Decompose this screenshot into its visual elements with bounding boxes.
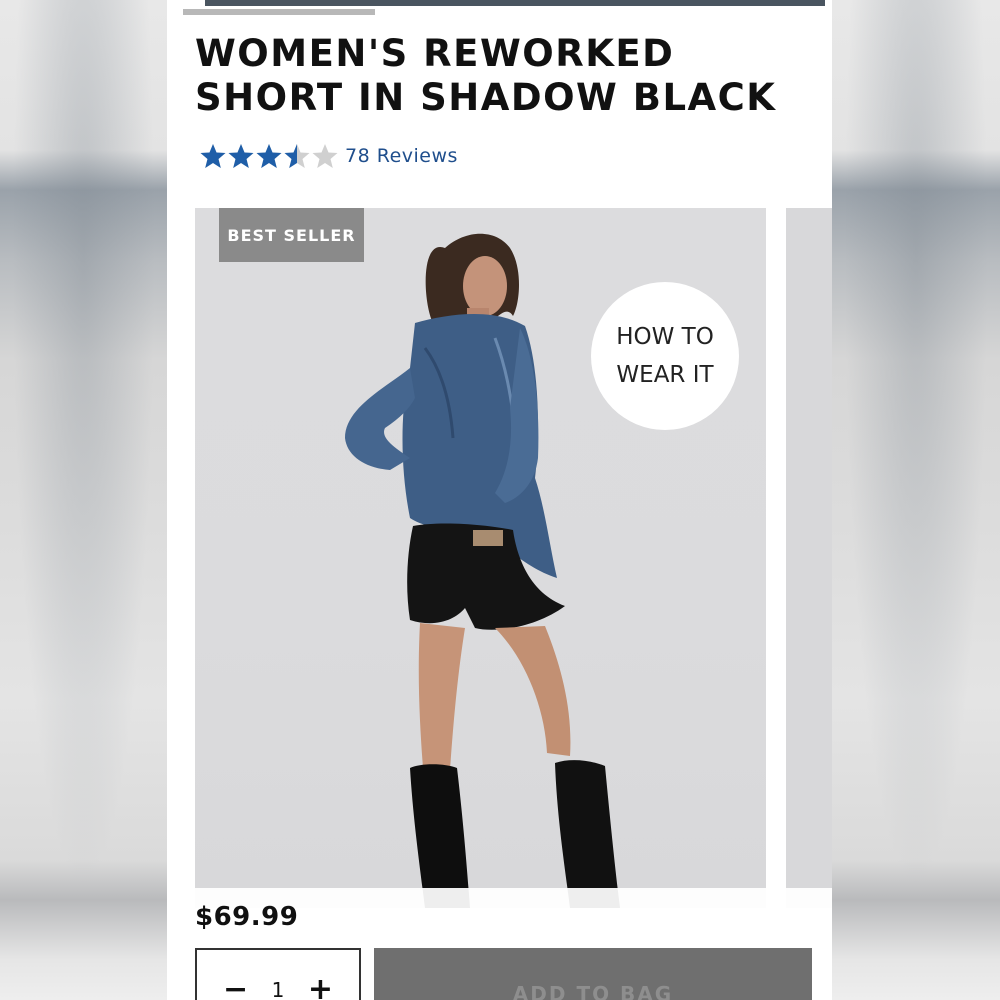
price: $69.99 <box>195 902 299 932</box>
top-bar <box>205 0 825 6</box>
star-icon <box>200 144 226 168</box>
rating-row[interactable]: 78 Reviews <box>199 140 458 172</box>
next-image-peek[interactable] <box>786 208 832 908</box>
how-to-line2: WEAR IT <box>616 362 714 388</box>
increase-quantity-button[interactable]: + <box>308 975 333 1000</box>
star-icon <box>256 144 282 168</box>
decrease-quantity-button[interactable]: − <box>223 975 248 1000</box>
how-to-wear-button[interactable]: HOW TO WEAR IT <box>591 282 739 430</box>
product-title-line1: WOMEN'S REWORKED <box>195 32 675 75</box>
star-icon <box>284 144 310 168</box>
product-image[interactable]: BEST SELLER HOW TO WEAR IT <box>195 208 766 908</box>
background-left <box>0 0 167 1000</box>
background-right <box>832 0 1000 1000</box>
product-title-line2: SHORT IN SHADOW BLACK <box>195 76 777 119</box>
best-seller-badge: BEST SELLER <box>219 208 364 262</box>
how-to-line1: HOW TO <box>616 324 714 350</box>
add-to-bag-button[interactable]: ADD TO BAG <box>374 948 812 1000</box>
quantity-stepper: − 1 + <box>195 948 361 1000</box>
product-title: WOMEN'S REWORKED SHORT IN SHADOW BLACK <box>195 32 805 120</box>
star-icon <box>228 144 254 168</box>
star-icon <box>312 144 338 168</box>
star-rating <box>199 142 339 170</box>
product-page: WOMEN'S REWORKED SHORT IN SHADOW BLACK 7… <box>167 0 832 1000</box>
scroll-indicator <box>183 9 375 15</box>
reviews-link[interactable]: 78 Reviews <box>345 145 458 167</box>
purchase-bar: $69.99 − 1 + ADD TO BAG <box>167 888 832 1000</box>
quantity-value[interactable]: 1 <box>272 978 285 1000</box>
